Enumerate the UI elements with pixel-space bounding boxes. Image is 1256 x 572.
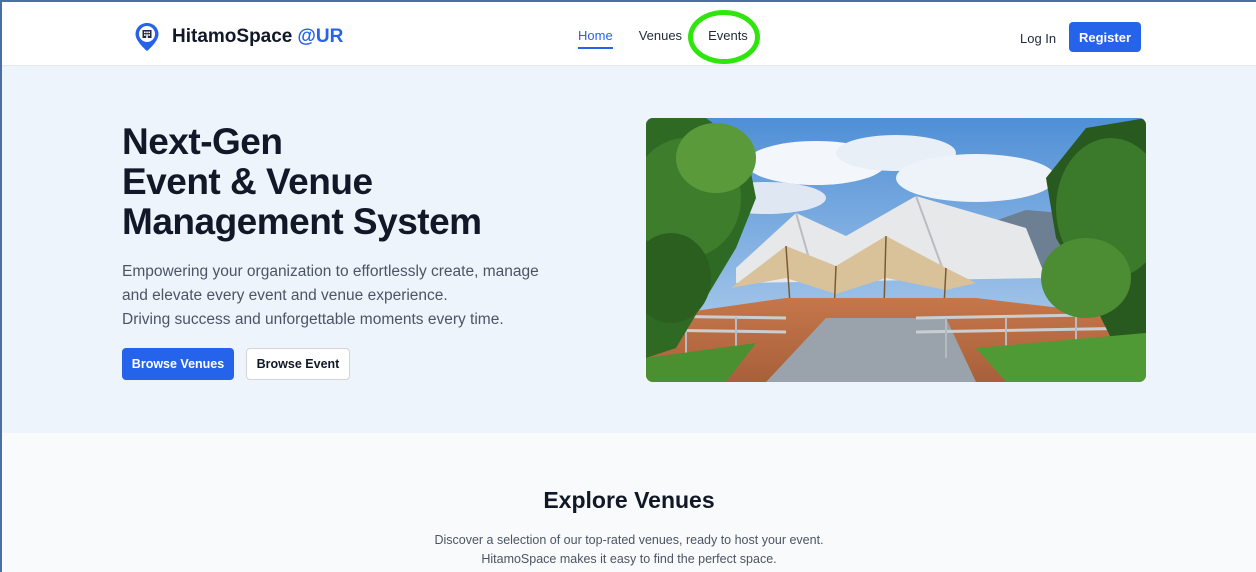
hero-title: Next-Gen Event & Venue Management System bbox=[122, 122, 482, 242]
nav-link-home[interactable]: Home bbox=[578, 28, 613, 49]
hero-section: Next-Gen Event & Venue Management System… bbox=[2, 66, 1256, 433]
hero-title-line-3: Management System bbox=[122, 201, 482, 242]
explore-title: Explore Venues bbox=[543, 487, 715, 513]
hero-description-line-2: and elevate every event and venue experi… bbox=[122, 287, 448, 304]
explore-description-line-2: HitamoSpace makes it easy to find the pe… bbox=[481, 552, 777, 566]
nav-link-events[interactable]: Events bbox=[708, 28, 748, 43]
hero-description: Empowering your organization to effortle… bbox=[122, 260, 539, 332]
brand-name: HitamoSpace bbox=[172, 26, 293, 47]
hero-venue-photo bbox=[646, 118, 1146, 382]
hero-description-line-1: Empowering your organization to effortle… bbox=[122, 263, 539, 280]
hero-title-line-2: Event & Venue bbox=[122, 161, 373, 202]
browse-venues-button[interactable]: Browse Venues bbox=[122, 348, 234, 380]
navbar: HitamoSpace @UR Home Venues Events Log I… bbox=[2, 2, 1256, 66]
hero-description-line-3: Driving success and unforgettable moment… bbox=[122, 311, 504, 328]
register-button[interactable]: Register bbox=[1069, 22, 1141, 52]
explore-venues-section: Explore Venues Discover a selection of o… bbox=[2, 433, 1256, 572]
nav-link-venues[interactable]: Venues bbox=[639, 28, 682, 43]
nav-links: Home Venues Events bbox=[578, 28, 774, 49]
venue-tent-illustration bbox=[646, 118, 1146, 382]
brand-accent: @UR bbox=[297, 26, 344, 47]
browse-event-button[interactable]: Browse Event bbox=[246, 348, 350, 380]
explore-description: Discover a selection of our top-rated ve… bbox=[2, 531, 1256, 569]
hero-title-line-1: Next-Gen bbox=[122, 121, 283, 162]
login-link[interactable]: Log In bbox=[1020, 31, 1056, 46]
explore-description-line-1: Discover a selection of our top-rated ve… bbox=[434, 533, 824, 547]
brand[interactable]: HitamoSpace @UR bbox=[134, 22, 343, 52]
building-pin-icon bbox=[135, 23, 159, 51]
